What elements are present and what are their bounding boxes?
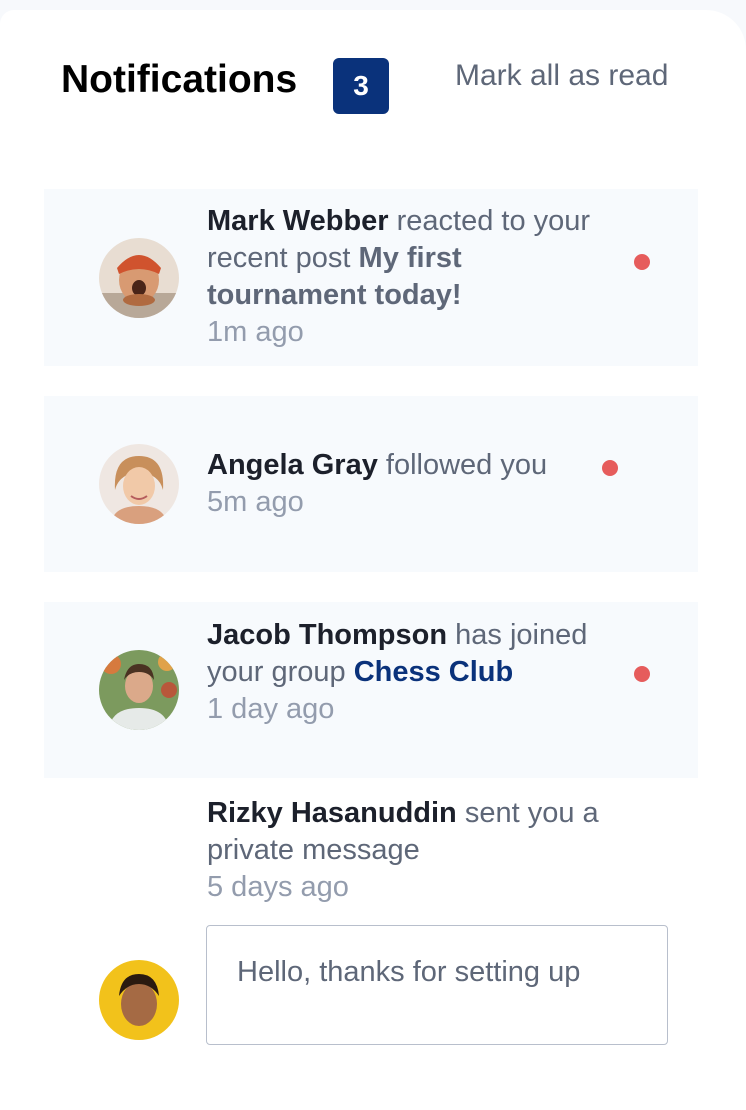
avatar-mark-webber-icon (99, 238, 179, 318)
notification-text: Angela Gray followed you 5m ago (207, 447, 647, 521)
avatar-angela-gray-icon (99, 444, 179, 524)
notification-item[interactable]: Mark Webber reacted to your recent post … (44, 189, 698, 366)
notification-text: Rizky Hasanuddin sent you a private mess… (207, 795, 657, 906)
notification-time: 5m ago (207, 486, 304, 518)
avatar[interactable] (99, 650, 179, 730)
notification-time: 1m ago (207, 316, 304, 348)
unread-count-badge: 3 (333, 58, 389, 114)
avatar-jacob-thompson-icon (99, 650, 179, 730)
private-message-preview[interactable]: Hello, thanks for setting up (206, 925, 668, 1045)
notification-text: Jacob Thompson has joined your group Che… (207, 617, 602, 728)
notification-item[interactable]: Angela Gray followed you 5m ago (44, 396, 698, 572)
notification-item[interactable]: Jacob Thompson has joined your group Che… (44, 602, 698, 778)
unread-dot (602, 460, 618, 476)
notification-user-name[interactable]: Jacob Thompson (207, 619, 447, 651)
notification-time: 1 day ago (207, 693, 335, 725)
notification-user-name[interactable]: Mark Webber (207, 205, 389, 237)
avatar[interactable] (99, 960, 179, 1040)
avatar[interactable] (99, 444, 179, 524)
notification-action: followed you (377, 449, 548, 481)
page-title: Notifications (61, 58, 298, 101)
mark-all-read-button[interactable]: Mark all as read (455, 58, 668, 94)
notification-group-link[interactable]: Chess Club (354, 656, 514, 688)
notifications-header: Notifications 3 Mark all as read (0, 0, 746, 170)
unread-dot (634, 254, 650, 270)
notification-text: Mark Webber reacted to your recent post … (207, 203, 602, 351)
avatar[interactable] (99, 238, 179, 318)
notification-user-name[interactable]: Rizky Hasanuddin (207, 797, 457, 829)
avatar-rizky-hasanuddin-icon (99, 960, 179, 1040)
notification-time: 5 days ago (207, 871, 349, 903)
private-message-text: Hello, thanks for setting up (237, 956, 581, 988)
unread-dot (634, 666, 650, 682)
notification-user-name[interactable]: Angela Gray (207, 449, 378, 481)
